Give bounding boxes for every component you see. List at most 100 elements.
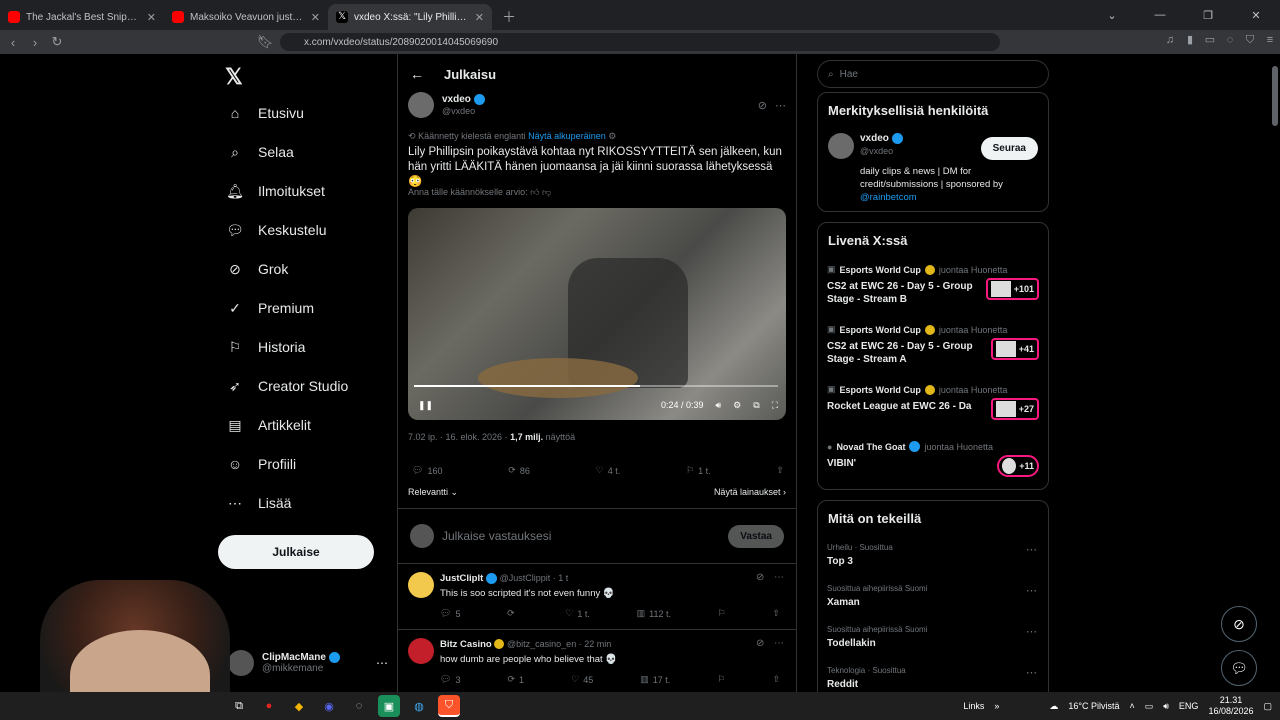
nav-premium[interactable]: ✓ Premium [226,299,314,317]
sponsor-link[interactable]: @rainbetcom [860,192,917,203]
show-original-link[interactable]: Näytä alkuperäinen [528,131,606,141]
trend-item[interactable]: Teknologia · Suosittua Reddit ⋯ [827,666,1039,690]
close-icon[interactable]: ✕ [311,11,320,24]
live-item[interactable]: ● Novad The Goat juontaa Huonetta VIBIN' +… [827,441,1039,477]
dropdown-icon[interactable]: ⌄ [1088,0,1136,30]
reply-input[interactable]: Julkaise vastauksesi [442,529,720,543]
app-icon[interactable]: ▣ [378,695,400,717]
relevance-dropdown[interactable]: Relevantti ⌄ [408,487,458,498]
new-tab-button[interactable]: ＋ [492,4,526,30]
nav-creator-studio[interactable]: ➶ Creator Studio [226,377,348,395]
nav-messages[interactable]: 💬︎ Keskustelu [226,221,326,239]
chevron-up-icon[interactable]: ˄ [1129,701,1134,711]
nav-explore[interactable]: ⌕ Selaa [226,143,294,161]
grok-fab-button[interactable]: ⊘ [1221,606,1257,642]
weather-text[interactable]: 16°C Pilvistä [1068,701,1119,711]
live-item[interactable]: ▣ Esports World Cup juontaa Huonetta CS2 a… [827,324,1039,366]
more-icon[interactable]: ⋯ [1026,584,1037,597]
share-action[interactable]: ⇧ [772,608,780,619]
edge-icon[interactable]: ◍ [408,695,430,717]
reply-action[interactable]: 💬︎ 3 [440,674,460,685]
more-icon[interactable]: ⋯ [774,572,784,583]
settings-icon[interactable]: ⚙ [733,400,741,411]
scrollbar-thumb[interactable] [1272,66,1278,126]
nav-bookmarks[interactable]: ⚐ Historia [226,338,306,356]
chevron-icon[interactable]: » [994,701,999,711]
reply-submit-button[interactable]: Vastaa [728,524,784,548]
follow-button[interactable]: Seuraa [980,137,1038,160]
grok-icon[interactable]: ⊘ [756,638,764,649]
fullscreen-icon[interactable]: ⛶ [772,400,778,411]
reply-author-name[interactable]: JustClipIt [440,573,483,584]
bookmark-action[interactable]: ⚐ 1 t. [686,465,711,476]
bookmark-icon[interactable]: 🔖︎ [254,34,276,50]
trend-item[interactable]: Urheilu · Suosittua Top 3 ⋯ [827,543,1039,567]
like-action[interactable]: ♡ 1 t. [565,608,590,619]
more-icon[interactable]: ⋯ [774,638,784,649]
more-icon[interactable]: ⋯ [775,99,786,112]
maximize-icon[interactable]: ❐ [1184,0,1232,30]
reply-item[interactable]: JustClipIt @JustClippit · 1 t ⊘ ⋯ This i… [398,563,796,629]
reply-item[interactable]: Bitz Casino @bitz_casino_en · 22 min ⊘ ⋯… [398,629,796,692]
task-view-icon[interactable]: ⧉ [228,695,250,717]
pause-icon[interactable]: ❚❚ [418,400,433,411]
settings-icon[interactable]: ⚙ [608,131,616,141]
avatar[interactable] [408,638,434,664]
more-icon[interactable]: ⋯ [1026,543,1037,556]
thumbs-down-icon[interactable]: 👎︎ [542,187,551,197]
reply-author-name[interactable]: Bitz Casino [440,639,492,650]
opera-icon[interactable]: ● [258,695,280,717]
menu-icon[interactable]: ≡ [1264,34,1276,46]
app-icon[interactable]: ◌ [348,695,370,717]
thumbs-up-icon[interactable]: 👍︎ [530,187,539,197]
network-icon[interactable]: ▭ [1145,701,1154,712]
bookmark-action[interactable]: ⚐ [717,674,725,685]
links-toolbar[interactable]: Links [963,701,984,711]
back-icon[interactable]: ‹ [2,35,24,50]
views-action[interactable]: ▥ 17 t. [640,674,670,685]
grok-icon[interactable]: ⊘ [756,572,764,583]
language-indicator[interactable]: ENG [1179,701,1199,711]
nav-articles[interactable]: ▤ Artikkelit [226,416,311,434]
avatar[interactable] [828,133,854,159]
like-action[interactable]: ♡ 4 t. [596,465,621,476]
brave-icon[interactable]: ⛉ [438,695,460,717]
browser-tab-1[interactable]: The Jackal's Best Sniper Kills | The Da … [0,4,164,30]
author-name[interactable]: vxdeo [442,95,471,106]
more-icon[interactable]: ⋯ [1026,666,1037,679]
x-logo-icon[interactable]: 𝕏 [225,64,243,90]
video-progress-bar[interactable] [414,385,778,387]
bookmark-action[interactable]: ⚐ [718,608,726,619]
nav-notifications[interactable]: 🔔︎ Ilmoitukset [226,182,325,200]
nav-home[interactable]: ⌂ Etusivu [226,104,304,122]
repost-action[interactable]: ⟳ 86 [508,465,530,476]
music-icon[interactable]: ♫ [1164,34,1176,46]
shield-icon[interactable]: ⛉ [1244,34,1256,46]
trend-item[interactable]: Suosittua aihepiirissä Suomi Xaman ⋯ [827,584,1039,608]
avatar[interactable] [408,572,434,598]
share-action[interactable]: ⇧ [772,674,780,685]
close-icon[interactable]: ✕ [475,11,484,24]
repost-action[interactable]: ⟳ 1 [508,674,525,685]
back-arrow-icon[interactable]: ← [410,66,424,82]
pip-icon[interactable]: ⧉ [753,400,759,411]
volume-icon[interactable]: 🔊︎ [716,400,722,411]
scrollbar[interactable] [1270,54,1280,692]
post-button[interactable]: Julkaise [218,535,374,569]
more-icon[interactable]: ⋯ [376,656,388,670]
reload-icon[interactable]: ↻ [46,34,68,50]
notification-icon[interactable]: ▢ [1263,701,1272,712]
url-field[interactable]: x.com/vxdeo/status/2089020014045069690 [280,33,1000,51]
volume-icon[interactable]: 🔊︎ [1163,701,1169,712]
trend-item[interactable]: Suosittua aihepiirissä Suomi Todellakin ⋯ [827,625,1039,649]
search-input[interactable]: ⌕ Hae [817,60,1049,88]
relevant-name[interactable]: vxdeo [860,133,889,144]
nav-more[interactable]: ⋯ Lisää [226,494,291,512]
clock[interactable]: 21.31 16/08/2026 [1208,695,1253,717]
close-window-icon[interactable]: ✕ [1232,0,1280,30]
sidebar-icon[interactable]: ▮ [1184,34,1196,46]
like-action[interactable]: ♡ 45 [571,674,593,685]
wallet-icon[interactable]: ▭ [1204,34,1216,46]
live-item[interactable]: ▣ Esports World Cup juontaa Huonetta Rocke… [827,384,1039,420]
discord-icon[interactable]: ◉ [318,695,340,717]
